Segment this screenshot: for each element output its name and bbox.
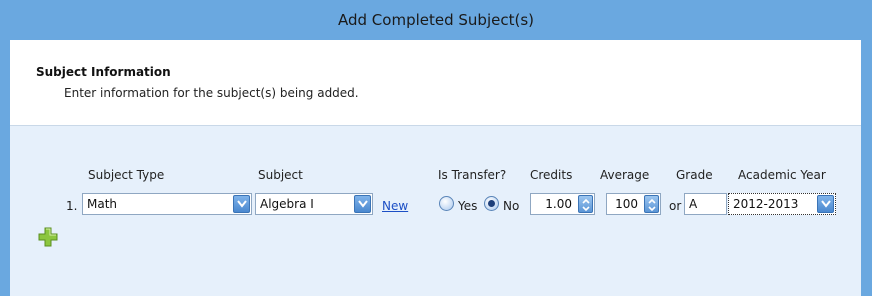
new-subject-link[interactable]: New <box>382 199 408 213</box>
dialog-content: Subject Information Enter information fo… <box>10 40 861 296</box>
dialog-window: Add Completed Subject(s) Subject Informa… <box>0 0 872 296</box>
chevron-down-icon[interactable] <box>354 195 371 213</box>
row-number: 1. <box>66 199 78 213</box>
or-label: or <box>669 199 682 213</box>
academic-year-select[interactable]: 2012-2013 <box>728 193 836 215</box>
subject-select[interactable]: Algebra I <box>255 193 373 215</box>
academic-year-value: 2012-2013 <box>733 197 799 211</box>
plus-icon[interactable] <box>38 227 58 250</box>
credits-input[interactable]: 1.00 <box>530 193 595 215</box>
header-subject-type: Subject Type <box>88 168 165 182</box>
info-description: Enter information for the subject(s) bei… <box>64 86 359 100</box>
subject-type-select[interactable]: Math <box>82 193 252 215</box>
transfer-yes-label: Yes <box>458 199 478 213</box>
chevron-down-icon[interactable] <box>817 195 834 213</box>
header-academic-year: Academic Year <box>738 168 826 182</box>
subject-type-value: Math <box>87 197 118 211</box>
header-is-transfer: Is Transfer? <box>438 168 507 182</box>
header-grade: Grade <box>676 168 713 182</box>
window-title: Add Completed Subject(s) <box>0 0 872 40</box>
header-average: Average <box>600 168 650 182</box>
header-subject: Subject <box>258 168 303 182</box>
spinner-icon[interactable] <box>578 195 593 213</box>
info-title: Subject Information <box>36 65 171 79</box>
grade-input[interactable]: A <box>684 193 727 215</box>
header-credits: Credits <box>530 168 573 182</box>
info-panel: Subject Information Enter information fo… <box>10 40 861 126</box>
chevron-down-icon[interactable] <box>233 195 250 213</box>
spinner-icon[interactable] <box>644 195 659 213</box>
credits-value: 1.00 <box>545 197 572 211</box>
grade-value: A <box>689 197 698 211</box>
transfer-no-label: No <box>503 199 520 213</box>
subject-value: Algebra I <box>260 197 314 211</box>
transfer-yes-radio[interactable] <box>439 196 454 211</box>
average-value: 100 <box>615 197 638 211</box>
transfer-no-radio[interactable] <box>484 196 499 211</box>
average-input[interactable]: 100 <box>606 193 661 215</box>
